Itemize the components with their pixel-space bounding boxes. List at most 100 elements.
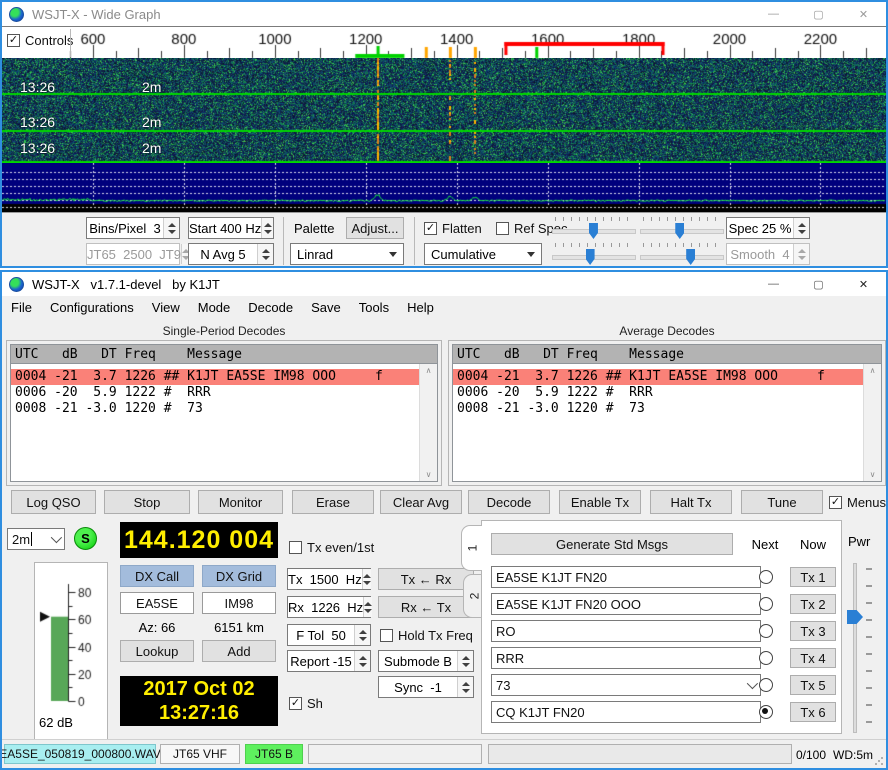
spinner-arrows[interactable]: [362, 569, 371, 589]
dx-call-field[interactable]: EA5SE: [120, 592, 194, 614]
decode-button[interactable]: Decode: [468, 490, 550, 514]
start-hz-spinner[interactable]: Start 400 Hz: [188, 217, 274, 239]
spinner-arrows[interactable]: [257, 244, 273, 264]
erase-button[interactable]: Erase: [292, 490, 374, 514]
menu-mode[interactable]: Mode: [189, 300, 240, 315]
scrollbar[interactable]: ∧ ∨: [419, 364, 437, 481]
display-mode-dropdown[interactable]: Cumulative: [424, 243, 542, 265]
menu-save[interactable]: Save: [302, 300, 350, 315]
monitor-button[interactable]: Monitor: [198, 490, 283, 514]
tx6-next-radio[interactable]: [759, 705, 773, 719]
main-titlebar[interactable]: WSJT-X v1.7.1-devel by K1JT — ▢ ✕: [2, 272, 886, 296]
menu-configurations[interactable]: Configurations: [41, 300, 143, 315]
spinner-arrows[interactable]: [793, 218, 809, 238]
menu-help[interactable]: Help: [398, 300, 443, 315]
pwr-slider-groove[interactable]: [853, 563, 857, 733]
dx-call-button[interactable]: DX Call: [120, 565, 194, 587]
status-indicator-button[interactable]: S: [74, 527, 97, 550]
decode-row[interactable]: 0004 -21 3.7 1226 ## K1JT EA5SE IM98 OOO…: [453, 369, 864, 385]
spinner-arrows[interactable]: [457, 651, 473, 671]
n-avg-spinner[interactable]: N Avg 5: [188, 243, 274, 265]
tx2-message-field[interactable]: EA5SE K1JT FN20 OOO: [491, 593, 761, 615]
scrollbar[interactable]: ∧ ∨: [863, 364, 881, 481]
minimize-icon[interactable]: —: [751, 272, 796, 296]
palette-dropdown[interactable]: Linrad: [290, 243, 404, 265]
decode-row[interactable]: 0006 -20 5.9 1222 # RRR: [11, 385, 420, 401]
halt-tx-button[interactable]: Halt Tx: [650, 490, 732, 514]
submode-spinner[interactable]: Submode B: [378, 650, 474, 672]
scroll-up-icon[interactable]: ∧: [864, 366, 881, 375]
spinner-arrows[interactable]: [363, 597, 372, 617]
maximize-icon[interactable]: ▢: [796, 2, 841, 26]
wide-graph-titlebar[interactable]: WSJT-X - Wide Graph — ▢ ✕: [2, 2, 886, 26]
tune-button[interactable]: Tune: [741, 490, 823, 514]
tx4-next-radio[interactable]: [759, 651, 773, 665]
report-spinner[interactable]: Report -15: [287, 650, 371, 672]
scroll-up-icon[interactable]: ∧: [420, 366, 437, 375]
pwr-slider-handle[interactable]: [847, 610, 863, 624]
scroll-down-icon[interactable]: ∨: [420, 470, 437, 479]
spinner-arrows[interactable]: [354, 625, 370, 645]
sh-checkbox[interactable]: Sh: [289, 696, 323, 711]
band-combobox[interactable]: 2m: [7, 528, 65, 550]
menu-file[interactable]: File: [2, 300, 41, 315]
minimize-icon[interactable]: —: [751, 2, 796, 26]
sync-spinner[interactable]: Sync -1: [378, 676, 474, 698]
spinner-arrows[interactable]: [354, 651, 370, 671]
clear-avg-button[interactable]: Clear Avg: [380, 490, 462, 514]
close-icon[interactable]: ✕: [841, 272, 886, 296]
dx-grid-field[interactable]: IM98: [202, 592, 276, 614]
spinner-arrows[interactable]: [457, 677, 473, 697]
spectrum-gain-slider[interactable]: [552, 243, 636, 265]
tx6-now-button[interactable]: Tx 6: [790, 702, 836, 722]
tx3-now-button[interactable]: Tx 3: [790, 621, 836, 641]
bins-pixel-spinner[interactable]: Bins/Pixel 3: [86, 217, 180, 239]
slider-handle[interactable]: [589, 223, 598, 239]
waterfall[interactable]: 13:26 2m 13:26 2m 13:26 2m: [2, 58, 886, 163]
spinner-arrows[interactable]: [163, 218, 179, 238]
adjust-button[interactable]: Adjust...: [346, 217, 404, 239]
controls-checkbox[interactable]: Controls: [7, 33, 79, 48]
lookup-button[interactable]: Lookup: [120, 640, 194, 662]
menu-view[interactable]: View: [143, 300, 189, 315]
enable-tx-button[interactable]: Enable Tx: [559, 490, 641, 514]
waterfall-canvas[interactable]: [2, 58, 886, 163]
tx-from-rx-button[interactable]: Tx ← Rx: [378, 568, 474, 590]
tx2-next-radio[interactable]: [759, 597, 773, 611]
add-button[interactable]: Add: [202, 640, 276, 662]
f-tol-spinner[interactable]: F Tol 50: [287, 624, 371, 646]
spectrum-zero-slider[interactable]: [640, 243, 724, 265]
generate-std-msgs-button[interactable]: Generate Std Msgs: [491, 533, 733, 555]
stop-button[interactable]: Stop: [104, 490, 190, 514]
waterfall-gain-slider[interactable]: [552, 217, 636, 239]
rx-from-tx-button[interactable]: Rx ← Tx: [378, 596, 474, 618]
tx4-now-button[interactable]: Tx 4: [790, 648, 836, 668]
decode-row[interactable]: 0006 -20 5.9 1222 # RRR: [453, 385, 864, 401]
rx-freq-spinner[interactable]: Rx 1226 Hz: [287, 596, 371, 618]
flatten-checkbox[interactable]: Flatten: [424, 221, 482, 236]
menus-checkbox[interactable]: Menus: [829, 495, 886, 510]
tx5-message-combobox[interactable]: 73: [491, 674, 761, 696]
slider-handle[interactable]: [686, 249, 695, 265]
spec-percent-spinner[interactable]: Spec 25 %: [726, 217, 810, 239]
hold-tx-freq-checkbox[interactable]: Hold Tx Freq: [380, 628, 473, 643]
tx5-next-radio[interactable]: [759, 678, 773, 692]
decode-row[interactable]: 0008 -21 -3.0 1220 # 73: [11, 401, 420, 417]
menu-decode[interactable]: Decode: [239, 300, 302, 315]
tab-messages-1[interactable]: 1: [461, 525, 482, 571]
log-qso-button[interactable]: Log QSO: [11, 490, 96, 514]
tx3-message-field[interactable]: RO: [491, 620, 761, 642]
tx1-message-field[interactable]: EA5SE K1JT FN20: [491, 566, 761, 588]
tx-even-checkbox[interactable]: Tx even/1st: [289, 540, 374, 555]
scroll-down-icon[interactable]: ∨: [864, 470, 881, 479]
tx2-now-button[interactable]: Tx 2: [790, 594, 836, 614]
decode-row[interactable]: 0008 -21 -3.0 1220 # 73: [453, 401, 864, 417]
tx5-now-button[interactable]: Tx 5: [790, 675, 836, 695]
dx-grid-button[interactable]: DX Grid: [202, 565, 276, 587]
close-icon[interactable]: ✕: [841, 2, 886, 26]
menu-tools[interactable]: Tools: [350, 300, 398, 315]
waterfall-zero-slider[interactable]: [640, 217, 724, 239]
slider-handle[interactable]: [586, 249, 595, 265]
tx1-now-button[interactable]: Tx 1: [790, 567, 836, 587]
tx6-message-field[interactable]: CQ K1JT FN20: [491, 701, 761, 723]
